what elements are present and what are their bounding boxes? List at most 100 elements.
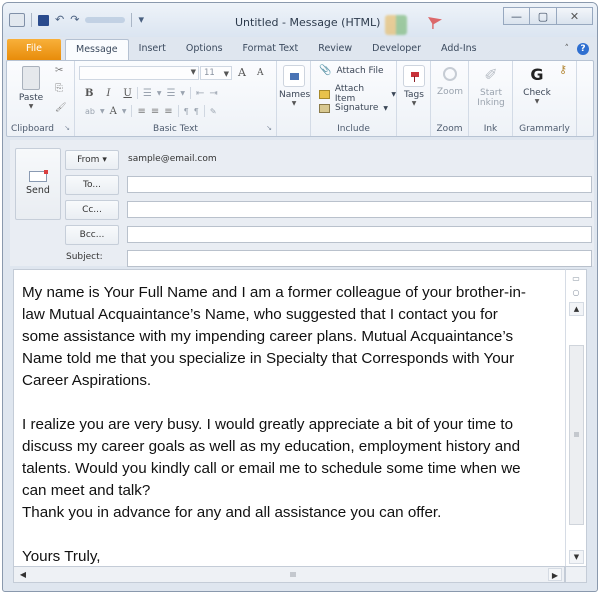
scroll-left-button[interactable]: ◀: [16, 568, 30, 581]
tab-file[interactable]: File: [7, 39, 61, 60]
chevron-down-icon: ▼: [223, 70, 229, 78]
font-size-dropdown[interactable]: 11 ▼: [200, 66, 232, 80]
chevron-down-icon: ▼: [121, 107, 127, 115]
compose-header: Send From ▾ sample@email.com To... Cc...…: [10, 140, 594, 267]
grow-font-icon[interactable]: A: [238, 66, 246, 79]
vertical-scroll-thumb[interactable]: [569, 345, 584, 525]
italic-button[interactable]: I: [106, 88, 110, 99]
key-icon[interactable]: ⚷: [559, 63, 567, 76]
spelling-icon[interactable]: ✎: [210, 107, 217, 116]
right-to-left-button[interactable]: ¶: [194, 107, 199, 116]
align-left-button[interactable]: ≡: [137, 106, 145, 117]
bcc-button[interactable]: Bcc...: [65, 225, 119, 245]
tab-review[interactable]: Review: [308, 39, 362, 60]
dialog-launcher-icon[interactable]: ↘: [64, 124, 70, 132]
tab-developer[interactable]: Developer: [362, 39, 431, 60]
align-right-button[interactable]: ≡: [164, 106, 172, 117]
shrink-font-icon[interactable]: A: [257, 68, 264, 78]
help-icon[interactable]: ?: [577, 43, 589, 55]
zoom-group: Zoom Zoom: [431, 61, 469, 136]
tags-label: Tags: [404, 90, 424, 100]
bcc-field[interactable]: [127, 226, 592, 243]
format-painter-icon[interactable]: 🖌: [55, 103, 66, 113]
zoom-button[interactable]: Zoom: [435, 65, 465, 97]
start-inking-label-1: Start: [480, 88, 502, 98]
redo-icon[interactable]: ↷: [70, 13, 79, 27]
start-inking-button[interactable]: ✐ Start Inking: [473, 65, 509, 108]
copy-icon[interactable]: ⎘: [55, 83, 63, 94]
tab-add-ins[interactable]: Add-Ins: [431, 39, 487, 60]
scroll-up-button[interactable]: ▲: [569, 302, 584, 316]
undo-icon[interactable]: ↶: [55, 13, 64, 27]
center-button[interactable]: ≡: [151, 106, 159, 117]
from-button[interactable]: From ▾: [65, 150, 119, 170]
customize-quick-access-icon[interactable]: ▾: [138, 13, 144, 27]
tab-options[interactable]: Options: [176, 39, 233, 60]
cc-button[interactable]: Cc...: [65, 200, 119, 220]
cut-icon[interactable]: ✂: [55, 65, 63, 76]
tab-message[interactable]: Message: [65, 39, 129, 60]
font-color-button[interactable]: A: [110, 106, 117, 117]
body-line: discuss my career goals as well as my ed…: [22, 438, 521, 455]
chevron-down-icon: ▼: [28, 103, 34, 110]
blurred-flag-icon: [428, 17, 442, 29]
blurred-categorize-icon: [385, 15, 407, 35]
divider: [177, 105, 179, 117]
divider: [190, 87, 192, 99]
maximize-button[interactable]: ▢: [530, 7, 557, 25]
to-field[interactable]: [127, 176, 592, 193]
divider: [131, 105, 133, 117]
attach-item-icon: [319, 89, 330, 99]
minimize-button[interactable]: —: [503, 7, 530, 25]
message-body-text: My name is Your Full Name and I am a for…: [22, 282, 562, 566]
signature-button[interactable]: Signature ▼: [319, 103, 388, 113]
outlook-app-icon[interactable]: [9, 13, 25, 27]
divider: [31, 13, 32, 27]
attach-item-button[interactable]: Attach Item ▼: [319, 84, 396, 104]
title-bar: ↶ ↷ ▾ Untitled - Message (HTML) — ▢ ✕: [3, 3, 597, 37]
basic-text-group-label: Basic Text: [153, 124, 198, 134]
attach-file-button[interactable]: 📎 Attach File: [319, 65, 384, 76]
tab-insert[interactable]: Insert: [129, 39, 176, 60]
dialog-launcher-icon[interactable]: ↘: [266, 124, 272, 132]
window-title: Untitled - Message (HTML): [235, 16, 381, 29]
tab-format-text[interactable]: Format Text: [233, 39, 309, 60]
tags-button[interactable]: Tags ▼: [399, 65, 429, 108]
message-body[interactable]: My name is Your Full Name and I am a for…: [13, 269, 587, 567]
include-group: 📎 Attach File Attach Item ▼ Signature ▼ …: [311, 61, 397, 136]
check-label: Check: [523, 88, 551, 98]
quick-access-toolbar: ↶ ↷ ▾: [9, 13, 144, 27]
highlight-button[interactable]: ab: [85, 107, 95, 116]
body-line: law Mutual Acquaintance’s Name, who sugg…: [22, 306, 498, 323]
body-line: Name told me that you specialize in Spec…: [22, 350, 515, 367]
cc-field[interactable]: [127, 201, 592, 218]
save-icon[interactable]: [38, 14, 49, 26]
check-button[interactable]: G Check ▼: [521, 65, 553, 106]
zoom-button-label: Zoom: [437, 87, 463, 97]
chevron-down-icon: ▼: [534, 98, 540, 105]
increase-indent-button[interactable]: ⇥: [209, 88, 217, 99]
scroll-down-button[interactable]: ▼: [569, 550, 584, 564]
scroll-right-button[interactable]: ▶: [548, 568, 562, 581]
grammarly-group-label: Grammarly: [519, 124, 570, 134]
names-button[interactable]: Names ▼: [279, 65, 310, 108]
underline-button[interactable]: U: [123, 88, 131, 99]
browse-object-icon[interactable]: ○: [570, 288, 582, 298]
bold-button[interactable]: B: [85, 88, 93, 99]
left-to-right-button[interactable]: ¶: [184, 107, 189, 116]
horizontal-scrollbar[interactable]: ◀ ▶: [13, 566, 565, 583]
send-button[interactable]: Send: [15, 148, 61, 220]
close-button[interactable]: ✕: [557, 7, 593, 25]
chevron-down-icon: ▼: [383, 104, 389, 112]
bullets-button[interactable]: ☰: [143, 88, 152, 99]
numbering-button[interactable]: ☰: [166, 88, 175, 99]
to-button[interactable]: To...: [65, 175, 119, 195]
chevron-down-icon: ▼: [291, 100, 297, 107]
minimize-ribbon-icon[interactable]: ˄: [565, 44, 570, 54]
view-ruler-icon[interactable]: ▭: [570, 274, 582, 284]
vertical-scrollbar[interactable]: ▭ ○ ▲ ▼: [565, 269, 587, 567]
decrease-indent-button[interactable]: ⇤: [196, 88, 204, 99]
subject-field[interactable]: [127, 250, 592, 267]
font-name-dropdown[interactable]: ▼: [79, 66, 199, 80]
paste-button[interactable]: Paste ▼: [13, 66, 49, 111]
